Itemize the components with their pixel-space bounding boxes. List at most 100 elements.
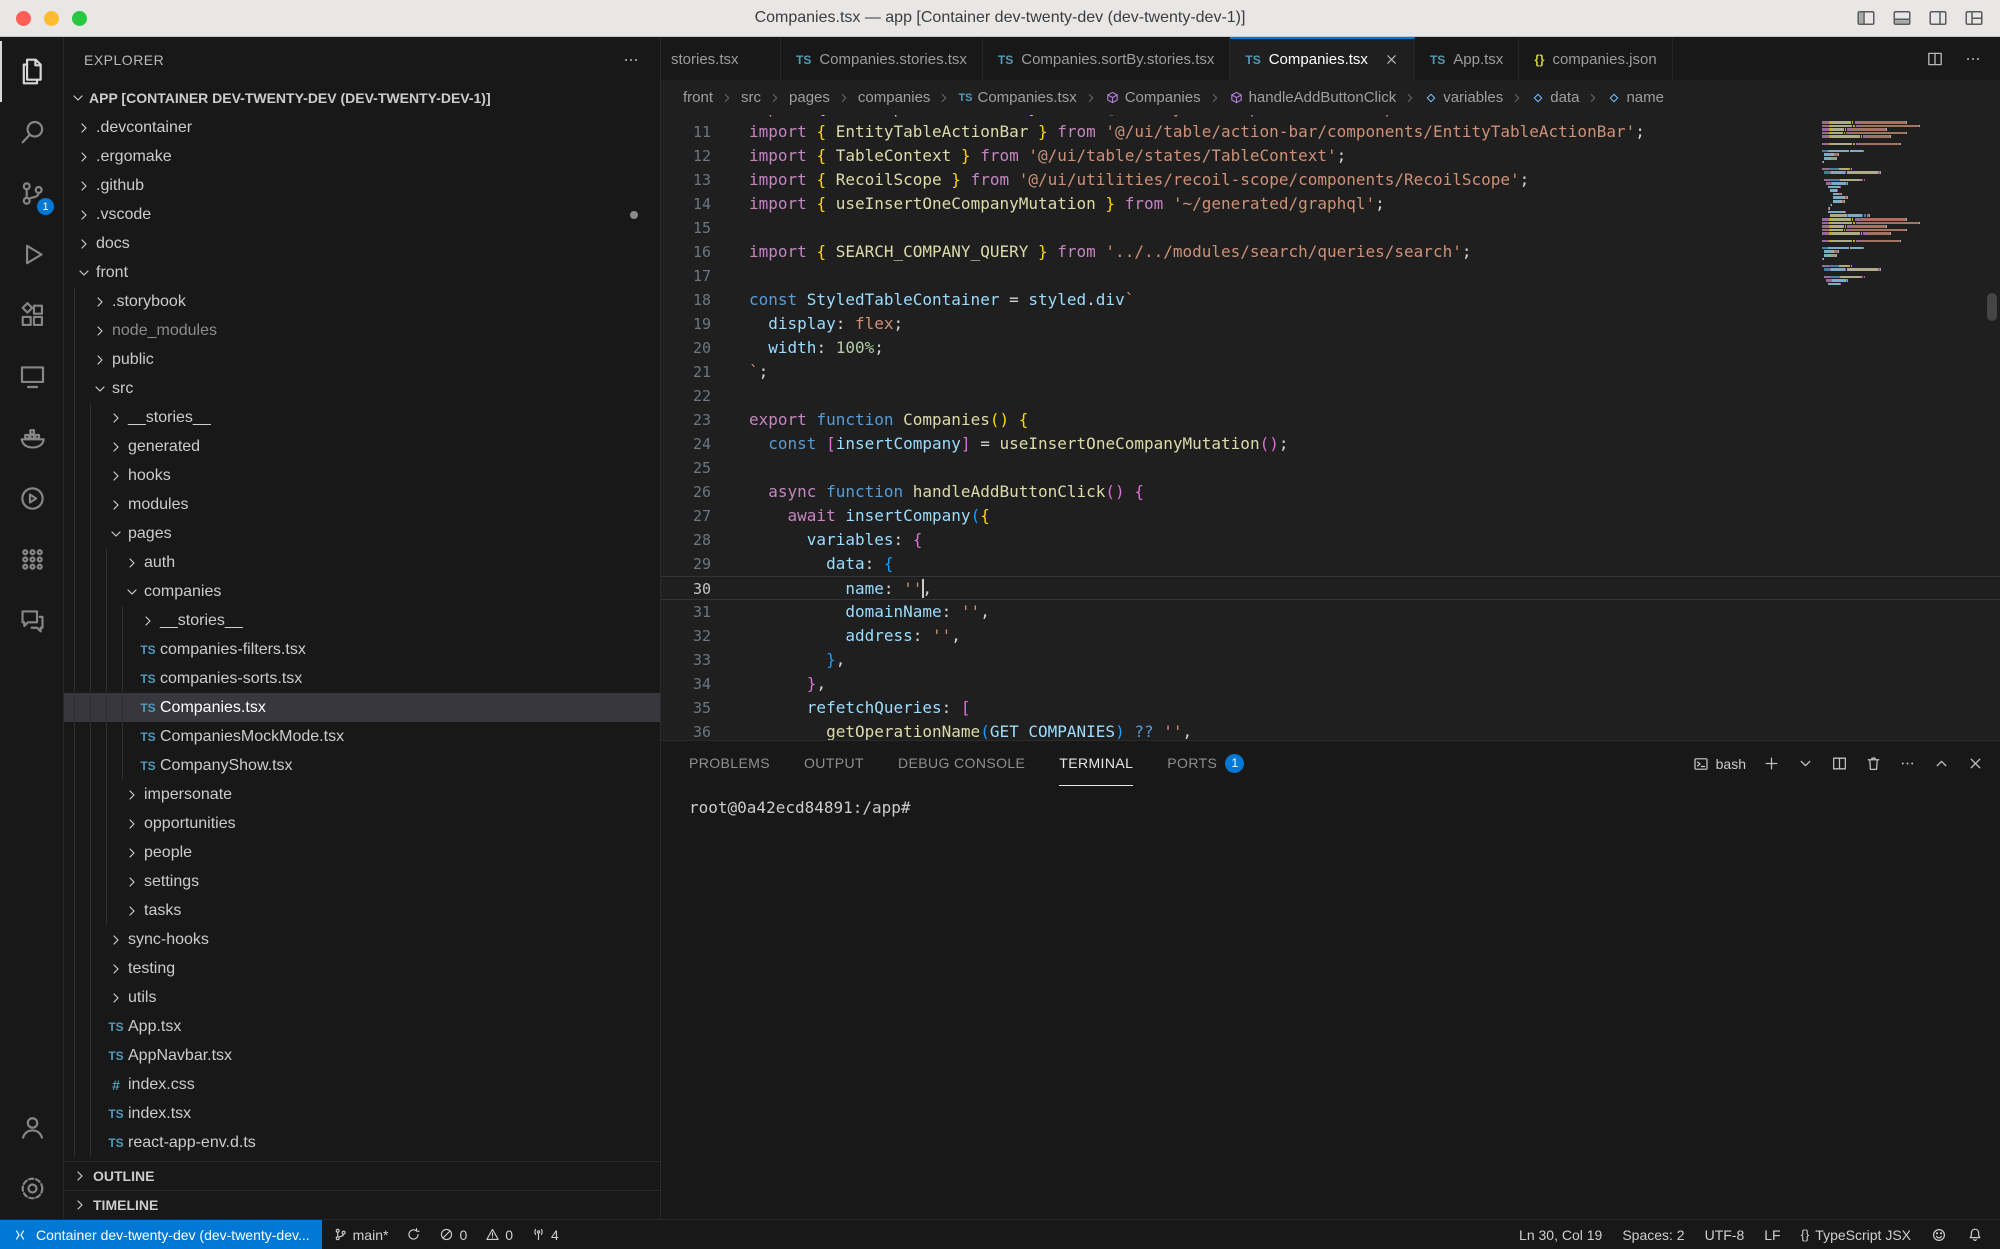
activity-extensions[interactable]: [0, 285, 63, 346]
activity-test-grid[interactable]: [0, 529, 63, 590]
close-window-button[interactable]: [16, 11, 31, 26]
split-editor-icon[interactable]: [1926, 50, 1944, 68]
tree-file-App.tsx[interactable]: TSApp.tsx: [64, 1012, 660, 1041]
breadcrumb-item-src[interactable]: src: [741, 89, 761, 106]
activity-search[interactable]: [0, 102, 63, 163]
code-line-25[interactable]: 25: [661, 456, 2000, 480]
breadcrumb-item-handleAddButtonClick[interactable]: handleAddButtonClick: [1229, 89, 1397, 106]
tree-file-react-app-env.d.ts[interactable]: TSreact-app-env.d.ts: [64, 1128, 660, 1157]
plus-icon[interactable]: [1763, 755, 1780, 772]
breadcrumb-item-variables[interactable]: variables: [1424, 89, 1503, 106]
tab-App.tsx[interactable]: TSApp.tsx: [1415, 37, 1519, 80]
editor-scrollbar[interactable]: [1987, 293, 1997, 321]
shell-selector[interactable]: bash: [1693, 756, 1746, 772]
close-icon[interactable]: [1967, 755, 1984, 772]
tree-folder-tasks[interactable]: tasks: [64, 896, 660, 925]
tree-file-index.css[interactable]: #index.css: [64, 1070, 660, 1099]
minimize-window-button[interactable]: [44, 11, 59, 26]
trash-icon[interactable]: [1865, 755, 1882, 772]
code-line-31[interactable]: 31 domainName: '',: [661, 600, 2000, 624]
tree-folder-docs[interactable]: docs: [64, 229, 660, 258]
tree-folder-__stories__[interactable]: __stories__: [64, 403, 660, 432]
more-icon[interactable]: [1899, 755, 1916, 772]
activity-explorer[interactable]: [0, 41, 63, 102]
code-line-19[interactable]: 19 display: flex;: [661, 312, 2000, 336]
activity-docker[interactable]: [0, 407, 63, 468]
tree-folder-hooks[interactable]: hooks: [64, 461, 660, 490]
more-icon[interactable]: [1964, 50, 1982, 68]
tree-file-index.tsx[interactable]: TSindex.tsx: [64, 1099, 660, 1128]
code-line-35[interactable]: 35 refetchQueries: [: [661, 696, 2000, 720]
status-eol[interactable]: LF: [1759, 1227, 1785, 1243]
tree-folder-.ergomake[interactable]: .ergomake: [64, 142, 660, 171]
section-timeline[interactable]: TIMELINE: [64, 1190, 660, 1219]
status-indentation[interactable]: Spaces: 2: [1617, 1227, 1689, 1243]
customize-layout-icon[interactable]: [1964, 8, 1984, 28]
tree-folder-__stories__[interactable]: __stories__: [64, 606, 660, 635]
tree-file-Companies.tsx[interactable]: TSCompanies.tsx: [64, 693, 660, 722]
breadcrumb-item-Companies.tsx[interactable]: TSCompanies.tsx: [958, 89, 1076, 106]
tree-folder-impersonate[interactable]: impersonate: [64, 780, 660, 809]
status-warnings[interactable]: 0: [480, 1227, 518, 1243]
tree-folder-pages[interactable]: pages: [64, 519, 660, 548]
chevron-down-icon[interactable]: [1797, 755, 1814, 772]
status-encoding[interactable]: UTF-8: [1700, 1227, 1750, 1243]
tree-file-CompaniesMockMode.tsx[interactable]: TSCompaniesMockMode.tsx: [64, 722, 660, 751]
minimap[interactable]: [1822, 121, 1932, 286]
code-line-16[interactable]: 16import { SEARCH_COMPANY_QUERY } from '…: [661, 240, 2000, 264]
tree-folder-modules[interactable]: modules: [64, 490, 660, 519]
tree-folder-.vscode[interactable]: .vscode: [64, 200, 660, 229]
close-icon[interactable]: [1384, 52, 1399, 67]
tab-companies.json[interactable]: {}companies.json: [1519, 37, 1672, 80]
tree-folder-front[interactable]: front: [64, 258, 660, 287]
code-editor[interactable]: 10import { WithTopBarContainer } from '@…: [661, 115, 2000, 740]
activity-source-control[interactable]: 1: [0, 163, 63, 224]
breadcrumb-item-front[interactable]: front: [683, 89, 713, 106]
code-line-36[interactable]: 36 getOperationName(GET_COMPANIES) ?? ''…: [661, 720, 2000, 740]
breadcrumb-item-Companies[interactable]: Companies: [1105, 89, 1201, 106]
panel-tab-ports[interactable]: PORTS1: [1167, 741, 1244, 786]
toggle-panel-icon[interactable]: [1892, 8, 1912, 28]
activity-settings[interactable]: [0, 1158, 63, 1219]
activity-accounts[interactable]: [0, 1097, 63, 1158]
tree-file-companies-sorts.tsx[interactable]: TScompanies-sorts.tsx: [64, 664, 660, 693]
code-line-17[interactable]: 17: [661, 264, 2000, 288]
toggle-sidebar-right-icon[interactable]: [1928, 8, 1948, 28]
tab-Companies.sortBy.stories.tsx[interactable]: TSCompanies.sortBy.stories.tsx: [983, 37, 1230, 80]
tree-file-CompanyShow.tsx[interactable]: TSCompanyShow.tsx: [64, 751, 660, 780]
tree-folder-src[interactable]: src: [64, 374, 660, 403]
tree-folder-settings[interactable]: settings: [64, 867, 660, 896]
tree-folder-generated[interactable]: generated: [64, 432, 660, 461]
tree-folder-sync-hooks[interactable]: sync-hooks: [64, 925, 660, 954]
zoom-window-button[interactable]: [72, 11, 87, 26]
panel-tab-problems[interactable]: PROBLEMS: [689, 741, 770, 786]
code-line-11[interactable]: 11import { EntityTableActionBar } from '…: [661, 120, 2000, 144]
breadcrumb-item-data[interactable]: data: [1531, 89, 1579, 106]
code-line-21[interactable]: 21`;: [661, 360, 2000, 384]
tree-folder-testing[interactable]: testing: [64, 954, 660, 983]
tree-folder-node_modules[interactable]: node_modules: [64, 316, 660, 345]
code-line-14[interactable]: 14import { useInsertOneCompanyMutation }…: [661, 192, 2000, 216]
breadcrumb-item-companies[interactable]: companies: [858, 89, 931, 106]
activity-run-debug[interactable]: [0, 224, 63, 285]
code-line-29[interactable]: 29 data: {: [661, 552, 2000, 576]
activity-remote-explorer[interactable]: [0, 346, 63, 407]
activity-actions[interactable]: [0, 468, 63, 529]
status-forwarded-ports[interactable]: 4: [526, 1227, 564, 1243]
code-line-24[interactable]: 24 const [insertCompany] = useInsertOneC…: [661, 432, 2000, 456]
status-feedback[interactable]: [1926, 1227, 1952, 1243]
tree-folder-.devcontainer[interactable]: .devcontainer: [64, 113, 660, 142]
panel-tab-debug-console[interactable]: DEBUG CONSOLE: [898, 741, 1025, 786]
status-git-branch[interactable]: main*: [328, 1227, 394, 1243]
tree-file-companies-filters.tsx[interactable]: TScompanies-filters.tsx: [64, 635, 660, 664]
code-line-18[interactable]: 18const StyledTableContainer = styled.di…: [661, 288, 2000, 312]
toggle-sidebar-left-icon[interactable]: [1856, 8, 1876, 28]
status-notifications[interactable]: [1962, 1227, 1988, 1243]
code-line-12[interactable]: 12import { TableContext } from '@/ui/tab…: [661, 144, 2000, 168]
activity-comments[interactable]: [0, 590, 63, 651]
tab-Companies.stories.tsx[interactable]: TSCompanies.stories.tsx: [781, 37, 983, 80]
tree-folder-public[interactable]: public: [64, 345, 660, 374]
explorer-more-actions[interactable]: [622, 51, 640, 69]
code-line-33[interactable]: 33 },: [661, 648, 2000, 672]
tree-folder-.github[interactable]: .github: [64, 171, 660, 200]
